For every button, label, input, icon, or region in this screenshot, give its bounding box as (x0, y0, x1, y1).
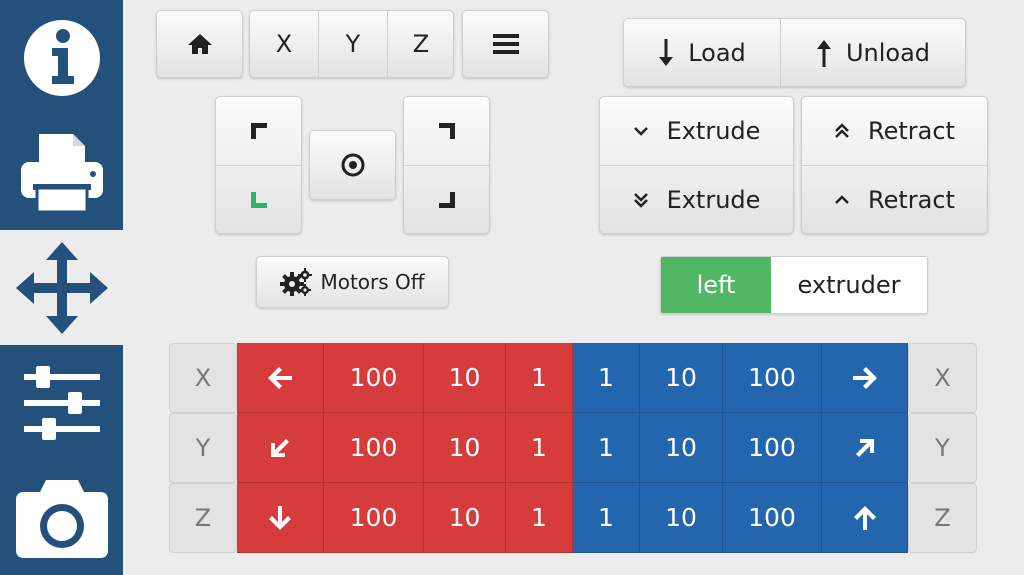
home-icon (187, 34, 212, 54)
home-button[interactable] (156, 10, 243, 78)
arrow-up-icon (816, 39, 831, 67)
sidebar (0, 0, 123, 575)
jog-y-minus-100-button[interactable]: 100 (324, 413, 424, 483)
extrude-large-button[interactable]: Extrude (600, 166, 793, 233)
arrow-down-icon (269, 505, 291, 530)
corner-bottom-right-icon (438, 191, 455, 208)
filament-group: Load Unload (623, 18, 966, 87)
gears-icon (280, 268, 313, 296)
jog-z-minus-1-button[interactable]: 1 (506, 483, 573, 553)
corner-top-right-button[interactable] (404, 97, 489, 165)
jog-y-minus-1-button[interactable]: 1 (506, 413, 573, 483)
corner-top-left-icon (250, 123, 267, 139)
extrude-large-label: Extrude (666, 185, 761, 214)
jog-axis-label-y-right: Y (908, 413, 977, 483)
unload-button[interactable]: Unload (781, 19, 965, 86)
center-button[interactable] (309, 130, 396, 200)
jog-y-plus-100-button[interactable]: 100 (723, 413, 822, 483)
corner-top-right-icon (438, 123, 455, 139)
printer-icon (20, 133, 103, 213)
double-chevron-up-icon (835, 123, 849, 138)
retract-group: Retract Retract (801, 96, 988, 234)
retract-small-label: Retract (868, 185, 955, 214)
sliders-icon (23, 365, 100, 440)
corner-bottom-left-icon (250, 191, 267, 208)
arrow-right-icon (852, 366, 877, 389)
jog-x-plus-1-button[interactable]: 1 (573, 343, 640, 413)
home-y-button[interactable]: Y (319, 11, 387, 77)
corner-group-right (403, 96, 490, 234)
extrude-small-button[interactable]: Extrude (600, 97, 793, 165)
jog-y-plus-full-button[interactable] (822, 413, 908, 483)
jog-axis-label-x-right: X (908, 343, 977, 413)
jog-z-plus-1-button[interactable]: 1 (573, 483, 640, 553)
corner-bottom-left-button[interactable] (216, 166, 301, 233)
sidebar-item-move[interactable] (0, 230, 123, 345)
jog-z-plus-10-button[interactable]: 10 (640, 483, 723, 553)
extruder-right-option[interactable]: extruder (771, 257, 927, 313)
arrow-down-left-icon (271, 438, 289, 457)
double-chevron-down-icon (633, 192, 648, 208)
menu-button[interactable] (462, 10, 549, 78)
corner-bottom-right-button[interactable] (404, 166, 489, 233)
retract-small-button[interactable]: Retract (802, 166, 987, 233)
jog-axis-label-y-left: Y (169, 413, 237, 483)
jog-y-plus-10-button[interactable]: 10 (640, 413, 723, 483)
corner-group-left (215, 96, 302, 234)
arrow-up-right-icon (855, 438, 874, 457)
arrow-up-icon (853, 505, 876, 530)
jog-axis-label-x-left: X (169, 343, 237, 413)
jog-x-plus-10-button[interactable]: 10 (640, 343, 723, 413)
chevron-down-icon (633, 127, 648, 136)
jog-x-minus-full-button[interactable] (237, 343, 324, 413)
sidebar-item-settings[interactable] (0, 345, 123, 460)
home-z-button[interactable]: Z (388, 11, 453, 77)
motors-off-label: Motors Off (320, 270, 425, 294)
extruder-toggle: left extruder (660, 256, 928, 314)
home-x-button[interactable]: X (250, 11, 318, 77)
info-icon (23, 19, 100, 96)
jog-x-plus-100-button[interactable]: 100 (723, 343, 822, 413)
camera-icon (15, 479, 108, 558)
motors-off-button[interactable]: Motors Off (256, 256, 449, 308)
jog-z-minus-full-button[interactable] (237, 483, 324, 553)
jog-z-minus-10-button[interactable]: 10 (424, 483, 506, 553)
load-button[interactable]: Load (624, 19, 780, 86)
jog-x-minus-10-button[interactable]: 10 (424, 343, 506, 413)
load-label: Load (688, 38, 746, 67)
jog-y-plus-1-button[interactable]: 1 (573, 413, 640, 483)
corner-top-left-button[interactable] (216, 97, 301, 165)
unload-label: Unload (845, 38, 931, 67)
jog-y-minus-full-button[interactable] (237, 413, 324, 483)
target-icon (341, 153, 364, 177)
retract-large-button[interactable]: Retract (802, 97, 987, 165)
jog-z-minus-100-button[interactable]: 100 (324, 483, 424, 553)
jog-x-plus-full-button[interactable] (822, 343, 908, 413)
jog-z-plus-100-button[interactable]: 100 (723, 483, 822, 553)
jog-y-minus-10-button[interactable]: 10 (424, 413, 506, 483)
jog-axis-label-z-left: Z (169, 483, 237, 553)
move-arrows-icon (15, 241, 108, 334)
home-axis-group: X Y Z (249, 10, 454, 78)
jog-row-z: Z 100 10 1 1 10 100 Z (169, 483, 977, 553)
extruder-left-option[interactable]: left (661, 257, 771, 313)
jog-axis-label-z-right: Z (908, 483, 977, 553)
jog-x-minus-1-button[interactable]: 1 (506, 343, 573, 413)
jog-x-minus-100-button[interactable]: 100 (324, 343, 424, 413)
retract-large-label: Retract (868, 117, 955, 145)
sidebar-item-print[interactable] (0, 115, 123, 230)
arrow-down-icon (659, 38, 674, 66)
extrude-group: Extrude Extrude (599, 96, 794, 234)
jog-row-x: X 100 10 1 1 10 100 X (169, 343, 977, 413)
sidebar-item-camera[interactable] (0, 460, 123, 575)
jog-z-plus-full-button[interactable] (822, 483, 908, 553)
sidebar-item-info[interactable] (0, 0, 123, 115)
menu-icon (492, 34, 519, 54)
extrude-small-label: Extrude (666, 117, 761, 145)
jog-row-y: Y 100 10 1 1 10 100 Y (169, 413, 977, 483)
chevron-up-icon (835, 194, 849, 204)
arrow-left-icon (268, 366, 292, 389)
